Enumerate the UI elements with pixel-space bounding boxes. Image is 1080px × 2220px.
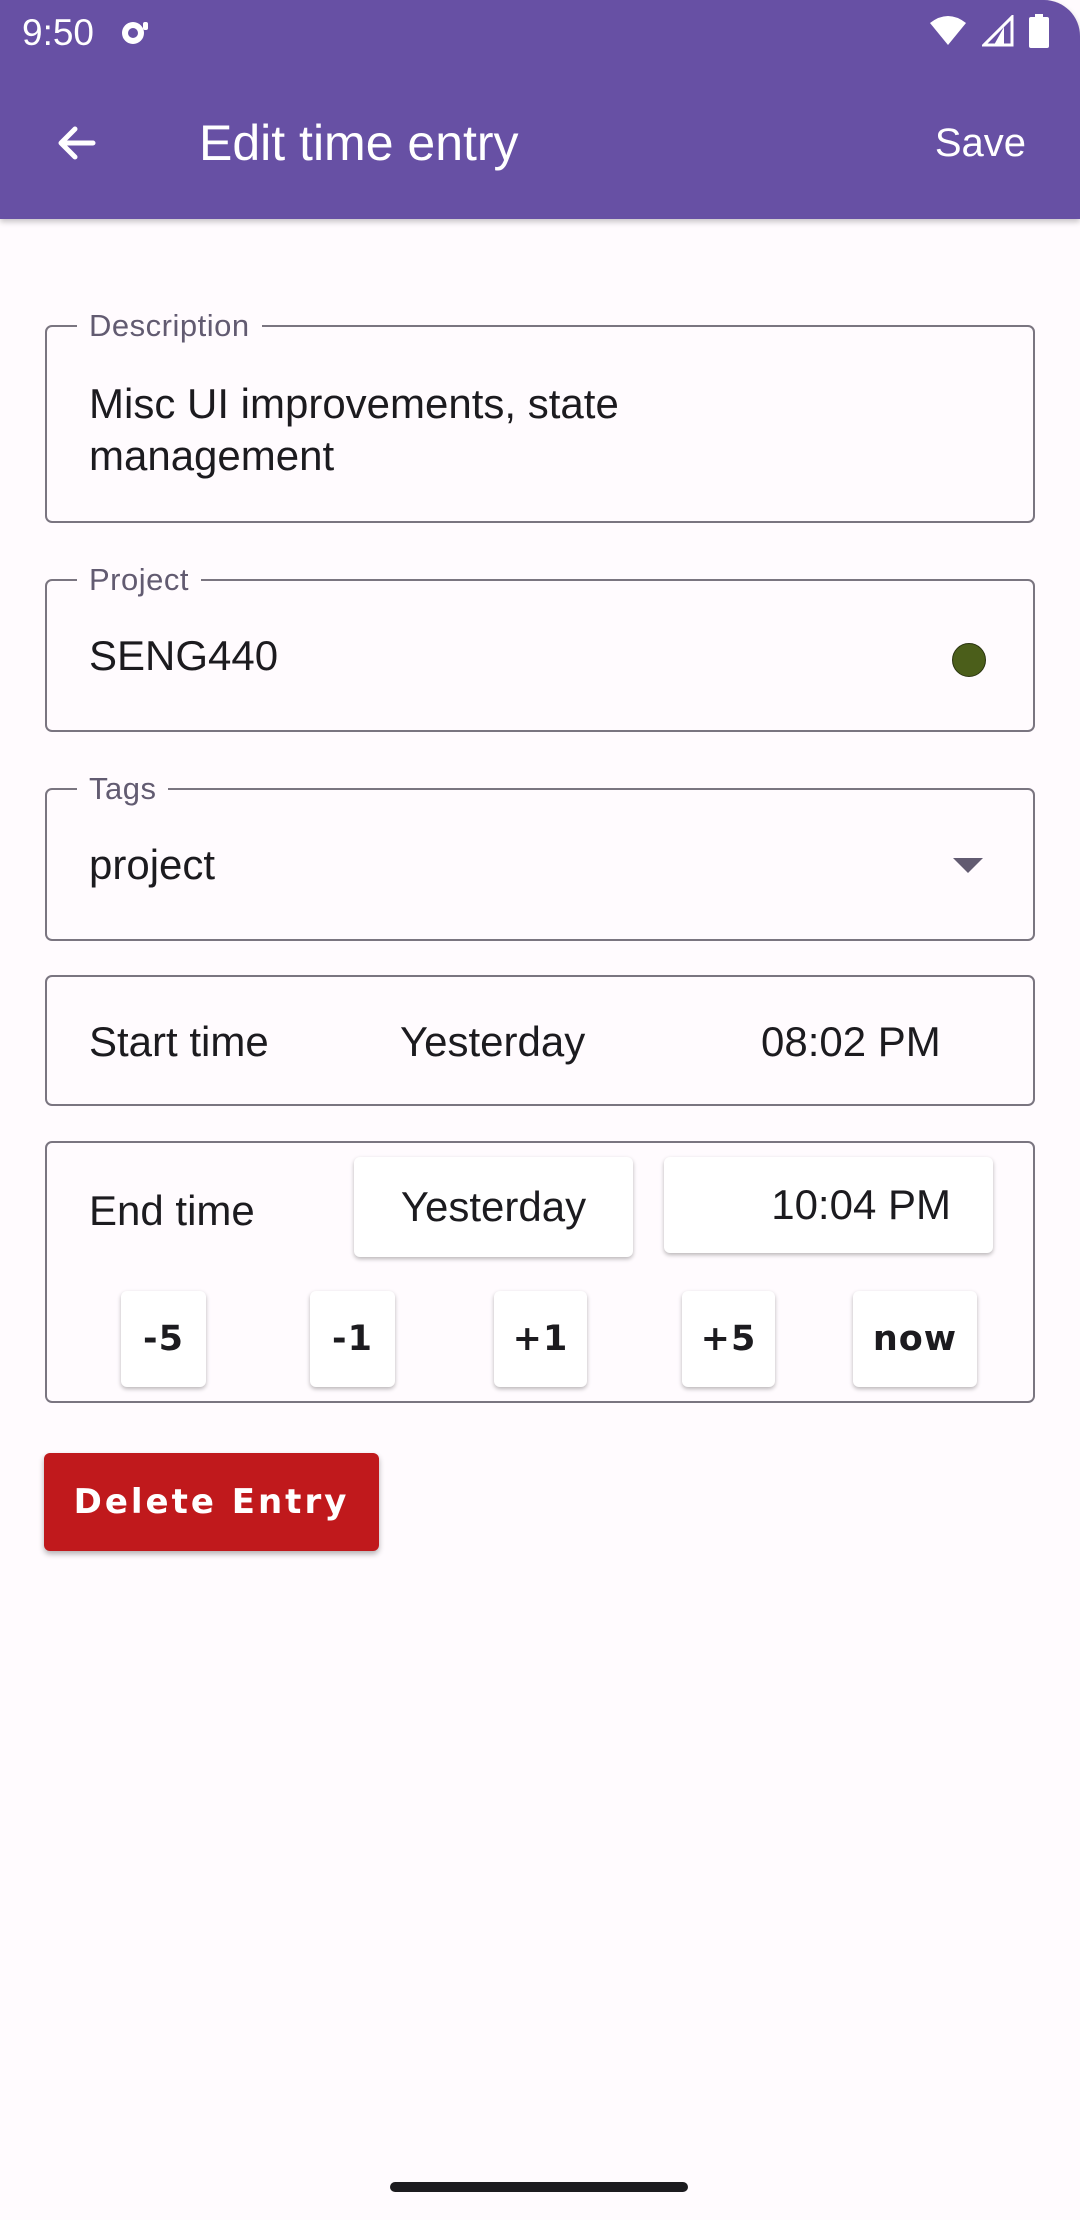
page-title: Edit time entry — [199, 115, 519, 171]
status-icons — [928, 13, 1050, 53]
end-time-button[interactable]: 10:04 PM — [664, 1157, 993, 1253]
start-time-label: Start time — [89, 1018, 269, 1065]
dropdown-arrow-icon[interactable] — [953, 858, 983, 873]
app-bar: 9:50 Edit time entry Save — [0, 0, 1080, 219]
signal-icon — [980, 13, 1014, 52]
delete-entry-button[interactable]: Delete Entry — [44, 1453, 379, 1551]
project-field[interactable]: Project SENG440 — [45, 562, 1035, 732]
arrow-back-icon — [53, 119, 101, 172]
plus-1-button[interactable]: +1 — [494, 1291, 587, 1387]
description-label: Description — [77, 308, 262, 344]
home-indicator[interactable] — [390, 2182, 688, 2192]
minus-1-button[interactable]: -1 — [310, 1291, 395, 1387]
tags-value[interactable]: project — [89, 839, 215, 891]
start-time-box: Start time Yesterday 08:02 PM — [45, 975, 1035, 1106]
plus-5-button[interactable]: +5 — [682, 1291, 775, 1387]
tags-field[interactable]: Tags project — [45, 771, 1035, 941]
project-label: Project — [77, 562, 201, 598]
minus-5-button[interactable]: -5 — [121, 1291, 206, 1387]
back-button[interactable] — [42, 110, 112, 180]
end-time-label: End time — [89, 1187, 255, 1234]
end-time-box: End time Yesterday 10:04 PM -5 -1 +1 +5 … — [45, 1141, 1035, 1403]
description-value[interactable]: Misc UI improvements, state management — [89, 378, 729, 482]
now-button[interactable]: now — [853, 1291, 977, 1387]
status-time: 9:50 — [22, 12, 95, 53]
start-day-button[interactable]: Yesterday — [400, 1018, 585, 1066]
description-field[interactable]: Description Misc UI improvements, state … — [45, 308, 1035, 523]
battery-icon — [1028, 14, 1050, 53]
project-value[interactable]: SENG440 — [89, 630, 278, 682]
wifi-icon — [928, 15, 968, 52]
end-day-button[interactable]: Yesterday — [354, 1157, 633, 1257]
project-color-dot — [952, 643, 986, 677]
notification-icon — [118, 16, 150, 48]
tags-label: Tags — [77, 771, 169, 807]
start-time-button[interactable]: 08:02 PM — [761, 1018, 941, 1066]
save-button[interactable]: Save — [935, 121, 1026, 166]
